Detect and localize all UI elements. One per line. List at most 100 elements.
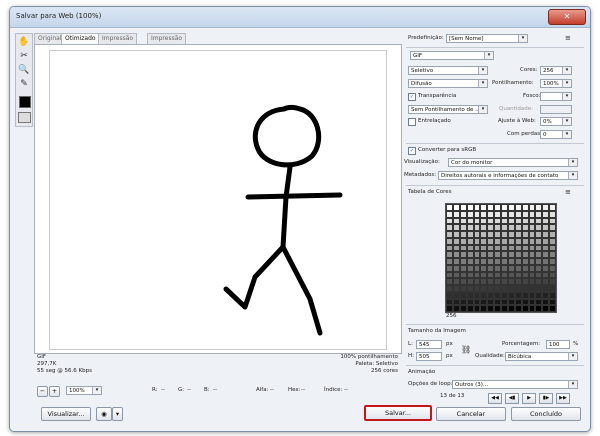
color-table-swatch[interactable] bbox=[446, 244, 453, 252]
color-table-swatch[interactable] bbox=[542, 271, 550, 279]
color-table-swatch[interactable] bbox=[446, 258, 453, 265]
color-table-swatch[interactable] bbox=[535, 231, 543, 238]
chevron-down-icon[interactable]: ▾ bbox=[478, 106, 487, 113]
color-table-swatch[interactable] bbox=[466, 251, 474, 258]
color-table-swatch[interactable] bbox=[487, 231, 495, 238]
preview-in-browser-button[interactable]: Visualizar... bbox=[41, 407, 91, 421]
color-table-swatch[interactable] bbox=[528, 278, 536, 285]
color-table-swatch[interactable] bbox=[487, 224, 495, 231]
chevron-down-icon[interactable]: ▾ bbox=[518, 35, 527, 42]
zoom-level-field[interactable]: 100% ▾ bbox=[66, 386, 102, 395]
color-table-swatch[interactable] bbox=[452, 271, 460, 279]
color-table-swatch[interactable] bbox=[494, 244, 501, 252]
color-table-swatch[interactable] bbox=[452, 291, 460, 299]
dither-algorithm-dropdown[interactable]: Difusão ▾ bbox=[408, 79, 488, 88]
color-table-swatch[interactable] bbox=[501, 210, 508, 218]
color-table-swatch[interactable] bbox=[452, 224, 460, 231]
color-table-swatch[interactable] bbox=[501, 305, 508, 312]
transparency-dither-dropdown[interactable]: Sem Pontilhamento de ... ▾ bbox=[408, 105, 488, 114]
color-table-swatch[interactable] bbox=[466, 285, 474, 292]
color-table-swatch[interactable] bbox=[452, 298, 460, 306]
color-table-swatch[interactable] bbox=[487, 271, 495, 279]
color-table-swatch[interactable] bbox=[452, 204, 460, 211]
metadata-dropdown[interactable]: Direitos autorais e informações de conta… bbox=[438, 171, 578, 180]
color-table-swatch[interactable] bbox=[507, 224, 515, 231]
color-table-swatch[interactable] bbox=[452, 237, 460, 245]
color-table-swatch[interactable] bbox=[507, 298, 515, 306]
color-table-swatch[interactable] bbox=[521, 251, 529, 258]
zoom-tool-icon[interactable]: 🔍 bbox=[18, 64, 30, 76]
color-table-swatch[interactable] bbox=[452, 217, 460, 225]
color-table-swatch[interactable] bbox=[521, 258, 529, 265]
color-table-swatch[interactable] bbox=[521, 224, 529, 231]
color-table-swatch[interactable] bbox=[528, 210, 536, 218]
preset-dropdown[interactable]: [Sem Nome] ▾ bbox=[446, 34, 528, 43]
color-table-swatch[interactable] bbox=[514, 251, 522, 258]
color-table-swatch[interactable] bbox=[459, 291, 467, 299]
play-button[interactable]: ▶ bbox=[522, 393, 536, 404]
color-table-swatch[interactable] bbox=[521, 244, 529, 252]
color-table-swatch[interactable] bbox=[549, 224, 556, 231]
save-button[interactable]: Salvar... bbox=[364, 405, 432, 421]
color-table-swatch[interactable] bbox=[480, 251, 488, 258]
color-table-swatch[interactable] bbox=[452, 244, 460, 252]
color-table-swatch[interactable] bbox=[514, 210, 522, 218]
chevron-down-icon[interactable]: ▾ bbox=[478, 80, 487, 87]
color-table-swatch[interactable] bbox=[494, 278, 501, 285]
color-table-swatch[interactable] bbox=[446, 251, 453, 258]
chevron-down-icon[interactable]: ▾ bbox=[568, 381, 577, 388]
preview-pane[interactable] bbox=[34, 44, 402, 354]
color-table-swatch[interactable] bbox=[542, 237, 550, 245]
color-table-swatch[interactable] bbox=[494, 217, 501, 225]
convert-srgb-checkbox[interactable]: ✓ bbox=[408, 147, 416, 155]
toggle-slices-visibility-icon[interactable] bbox=[18, 112, 31, 123]
color-table-swatch[interactable] bbox=[473, 258, 481, 265]
color-table-swatch[interactable] bbox=[501, 251, 508, 258]
color-table-swatch[interactable] bbox=[535, 258, 543, 265]
color-table-swatch[interactable] bbox=[521, 264, 529, 272]
color-table-swatch[interactable] bbox=[521, 291, 529, 299]
color-table-swatch[interactable] bbox=[452, 285, 460, 292]
close-button[interactable]: ✕ bbox=[548, 9, 586, 25]
color-table-swatch[interactable] bbox=[542, 231, 550, 238]
color-table-swatch[interactable] bbox=[501, 258, 508, 265]
tab-optimized[interactable]: Otimizado bbox=[61, 33, 100, 44]
color-table-swatch[interactable] bbox=[507, 285, 515, 292]
color-table-swatch[interactable] bbox=[528, 204, 536, 211]
color-table-swatch[interactable] bbox=[501, 217, 508, 225]
color-table-swatch[interactable] bbox=[521, 204, 529, 211]
color-table-swatch[interactable] bbox=[542, 224, 550, 231]
hand-tool-icon[interactable]: ✋ bbox=[18, 36, 30, 48]
color-table-swatch[interactable] bbox=[487, 264, 495, 272]
color-table-swatch[interactable] bbox=[514, 264, 522, 272]
color-table-swatch[interactable] bbox=[446, 285, 453, 292]
color-table-swatch[interactable] bbox=[549, 298, 556, 306]
tab-2-up[interactable]: Impressão 2-up bbox=[98, 33, 138, 52]
color-table-swatch[interactable] bbox=[521, 278, 529, 285]
color-table-swatch[interactable] bbox=[452, 210, 460, 218]
color-table-swatch[interactable] bbox=[473, 291, 481, 299]
chevron-down-icon[interactable]: ▾ bbox=[562, 93, 571, 100]
color-table-swatch[interactable] bbox=[501, 244, 508, 252]
color-table-swatch[interactable] bbox=[459, 244, 467, 252]
previous-frame-button[interactable]: ◀▮ bbox=[505, 393, 519, 404]
chevron-down-icon[interactable]: ▾ bbox=[562, 131, 571, 138]
color-table-swatch[interactable] bbox=[549, 251, 556, 258]
color-table-swatch[interactable] bbox=[507, 264, 515, 272]
color-table-swatch[interactable] bbox=[446, 210, 453, 218]
color-table-swatch[interactable] bbox=[480, 244, 488, 252]
color-table-swatch[interactable] bbox=[446, 271, 453, 279]
lossy-field[interactable]: 0 ▾ bbox=[540, 130, 572, 139]
color-table-swatch[interactable] bbox=[507, 217, 515, 225]
color-table-swatch[interactable] bbox=[480, 271, 488, 279]
color-table-swatch[interactable] bbox=[466, 224, 474, 231]
color-table-swatch[interactable] bbox=[452, 231, 460, 238]
color-table-swatch[interactable] bbox=[494, 285, 501, 292]
color-table-swatch[interactable] bbox=[514, 305, 522, 312]
color-table-swatch[interactable] bbox=[466, 305, 474, 312]
color-table-swatch[interactable] bbox=[542, 210, 550, 218]
web-snap-field[interactable]: 0% ▾ bbox=[540, 117, 572, 126]
color-table-swatch[interactable] bbox=[535, 298, 543, 306]
color-table-swatch[interactable] bbox=[514, 258, 522, 265]
color-table-swatch[interactable] bbox=[514, 237, 522, 245]
